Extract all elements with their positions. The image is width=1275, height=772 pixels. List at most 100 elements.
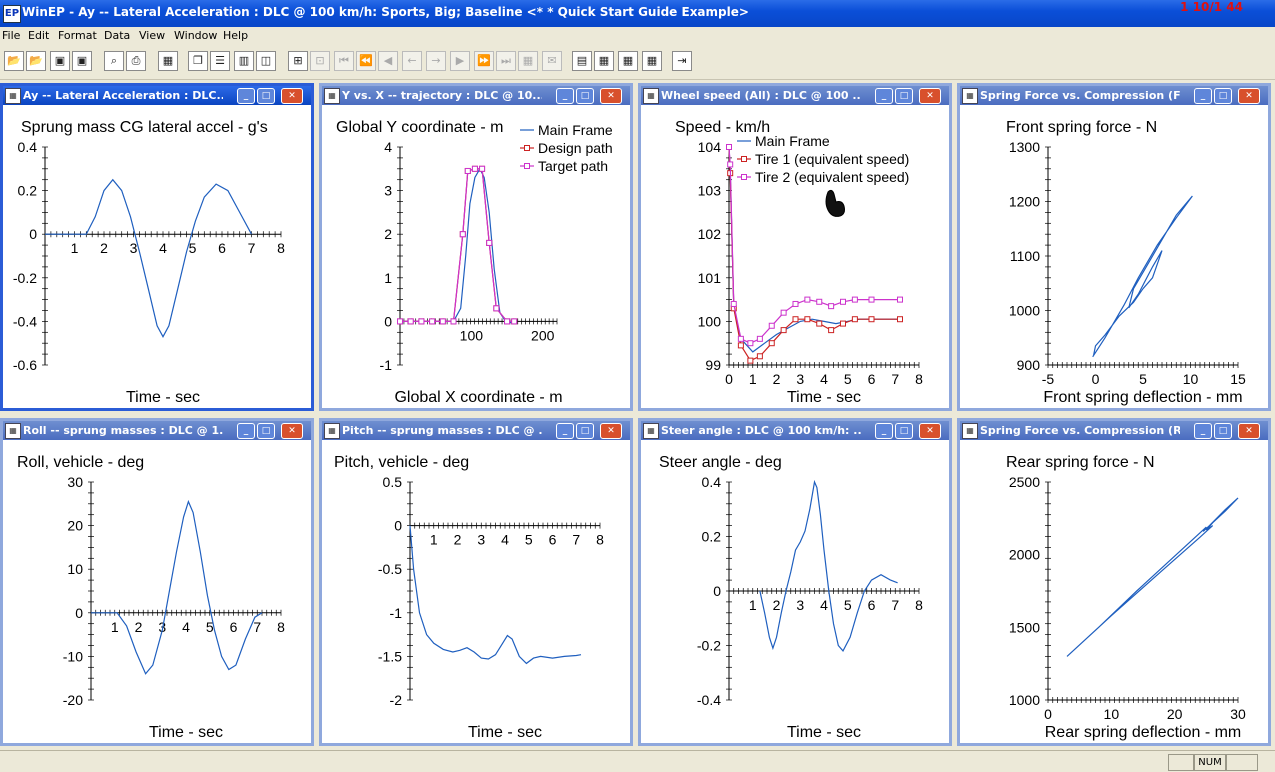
back-icon[interactable]: ← xyxy=(402,51,422,71)
y-tick-label: 1000 xyxy=(1009,303,1040,319)
x-axis-label: Time - sec xyxy=(468,724,542,741)
plot-window[interactable]: ▦ Spring Force vs. Compression (F... _ □ ✕ Fr… xyxy=(957,83,1271,411)
plot-window-icon[interactable]: ▦ xyxy=(324,423,340,439)
overlay-icon[interactable]: ▤ xyxy=(572,51,592,71)
zoom-icon[interactable]: ⌕ xyxy=(104,51,124,71)
forward-more-icon[interactable]: ▶ xyxy=(450,51,470,71)
menu-format[interactable]: Format xyxy=(58,29,97,42)
minimize-button[interactable]: _ xyxy=(237,423,255,439)
maximize-button[interactable]: □ xyxy=(257,88,275,104)
menu-edit[interactable]: Edit xyxy=(28,29,49,42)
window-title-bar[interactable]: ▦ Y vs. X -- trajectory : DLC @ 10... _ □ ✕ xyxy=(322,86,630,105)
series-line xyxy=(1066,497,1239,657)
disabled-image-icon[interactable]: ▦ xyxy=(518,51,538,71)
fast-forward-icon[interactable]: ⏩ xyxy=(474,51,494,71)
plot-window[interactable]: ▦ Pitch -- sprung masses : DLC @ ... _ □ ✕ Pi… xyxy=(319,418,633,746)
app-icon[interactable]: EP xyxy=(3,5,21,23)
tile-vertical-icon[interactable]: ▥ xyxy=(234,51,254,71)
menu-help[interactable]: Help xyxy=(223,29,248,42)
last-icon[interactable]: ⏭ xyxy=(496,51,516,71)
save-as-icon[interactable]: ▣ xyxy=(72,51,92,71)
x-tick-label: 200 xyxy=(531,327,555,343)
plot-window[interactable]: ▦ Spring Force vs. Compression (R... _ □ ✕ Re… xyxy=(957,418,1271,746)
maximize-button[interactable]: □ xyxy=(895,423,913,439)
maximize-button[interactable]: □ xyxy=(895,88,913,104)
maximize-button[interactable]: □ xyxy=(1214,423,1232,439)
plot-window-icon[interactable]: ▦ xyxy=(962,423,978,439)
minimize-button[interactable]: _ xyxy=(556,88,574,104)
close-button[interactable]: ✕ xyxy=(600,88,622,104)
print-icon[interactable]: ⎙ xyxy=(126,51,146,71)
close-button[interactable]: ✕ xyxy=(1238,423,1260,439)
minimize-button[interactable]: _ xyxy=(1194,423,1212,439)
y-tick-label: -2 xyxy=(390,692,403,708)
minimize-button[interactable]: _ xyxy=(556,423,574,439)
close-button[interactable]: ✕ xyxy=(919,423,941,439)
minimize-button[interactable]: _ xyxy=(875,423,893,439)
window-title-bar[interactable]: ▦ Ay -- Lateral Acceleration : DLC... _ □ ✕ xyxy=(3,86,311,105)
plot-window-icon[interactable]: ▦ xyxy=(5,423,21,439)
disabled-plot-icon[interactable]: ⊡ xyxy=(310,51,330,71)
chart-title: Front spring force - N xyxy=(1006,119,1157,136)
plot-window[interactable]: ▦ Steer angle : DLC @ 100 km/h: ... _ □ ✕ Ste… xyxy=(638,418,952,746)
x-axis-label: Time - sec xyxy=(787,389,861,406)
tile-horizontal-icon[interactable]: ☰ xyxy=(210,51,230,71)
plot-window[interactable]: ▦ Wheel speed (All) : DLC @ 100 ... _ □ ✕ Spe… xyxy=(638,83,952,411)
minimize-button[interactable]: _ xyxy=(875,88,893,104)
close-button[interactable]: ✕ xyxy=(600,423,622,439)
y-tick-label: 0 xyxy=(29,226,37,242)
series-marker xyxy=(730,300,737,307)
scatter-icon[interactable]: ▦ xyxy=(642,51,662,71)
x-tick-label: 8 xyxy=(915,597,923,613)
arrange-icon[interactable]: ◫ xyxy=(256,51,276,71)
grid-icon[interactable]: ▦ xyxy=(594,51,614,71)
cascade-icon[interactable]: ❐ xyxy=(188,51,208,71)
close-button[interactable]: ✕ xyxy=(919,88,941,104)
plot-window[interactable]: ▦ Roll -- sprung masses : DLC @ 1... _ □ ✕ Ro… xyxy=(0,418,314,746)
exit-icon[interactable]: ⇥ xyxy=(672,51,692,71)
menu-window[interactable]: Window xyxy=(174,29,217,42)
minimize-button[interactable]: _ xyxy=(1194,88,1212,104)
first-icon[interactable]: ⏮ xyxy=(334,51,354,71)
chart-title: Steer angle - deg xyxy=(659,454,782,471)
menu-file[interactable]: File xyxy=(2,29,20,42)
y-tick-label: 0.2 xyxy=(18,183,38,199)
maximize-button[interactable]: □ xyxy=(257,423,275,439)
series-marker xyxy=(504,318,511,325)
window-title: Spring Force vs. Compression (R... xyxy=(980,424,1180,437)
window-title-bar[interactable]: ▦ Spring Force vs. Compression (F... _ □ ✕ xyxy=(960,86,1268,105)
rewind-icon[interactable]: ◀ xyxy=(378,51,398,71)
open-folder-icon[interactable]: 📂 xyxy=(4,51,24,71)
window-title-bar[interactable]: ▦ Roll -- sprung masses : DLC @ 1... _ □ ✕ xyxy=(3,421,311,440)
maximize-button[interactable]: □ xyxy=(576,423,594,439)
rewind-fast-icon[interactable]: ⏪ xyxy=(356,51,376,71)
window-title-bar[interactable]: ▦ Steer angle : DLC @ 100 km/h: ... _ □ ✕ xyxy=(641,421,949,440)
save-icon[interactable]: ▣ xyxy=(50,51,70,71)
y-tick-label: 0 xyxy=(384,313,392,329)
close-button[interactable]: ✕ xyxy=(281,423,303,439)
minimize-button[interactable]: _ xyxy=(237,88,255,104)
plot-window-icon[interactable]: ▦ xyxy=(324,88,340,104)
image-icon[interactable]: ▦ xyxy=(158,51,178,71)
plot-window-icon[interactable]: ▦ xyxy=(643,88,659,104)
plot-window[interactable]: ▦ Ay -- Lateral Acceleration : DLC... _ □ ✕ S… xyxy=(0,83,314,411)
close-button[interactable]: ✕ xyxy=(281,88,303,104)
y-tick-label: 0 xyxy=(713,583,721,599)
maximize-button[interactable]: □ xyxy=(576,88,594,104)
strip-icon[interactable]: ▦ xyxy=(618,51,638,71)
forward-icon[interactable]: → xyxy=(426,51,446,71)
disabled-mail-icon[interactable]: ✉ xyxy=(542,51,562,71)
menu-data[interactable]: Data xyxy=(104,29,130,42)
menu-view[interactable]: View xyxy=(139,29,165,42)
window-title-bar[interactable]: ▦ Spring Force vs. Compression (R... _ □ ✕ xyxy=(960,421,1268,440)
plot-window-icon[interactable]: ▦ xyxy=(962,88,978,104)
window-title-bar[interactable]: ▦ Wheel speed (All) : DLC @ 100 ... _ □ ✕ xyxy=(641,86,949,105)
maximize-button[interactable]: □ xyxy=(1214,88,1232,104)
plot-window-icon[interactable]: ▦ xyxy=(5,88,21,104)
plot-window-icon[interactable]: ▦ xyxy=(643,423,659,439)
window-title-bar[interactable]: ▦ Pitch -- sprung masses : DLC @ ... _ □ ✕ xyxy=(322,421,630,440)
open-folder-alt-icon[interactable]: 📂 xyxy=(26,51,46,71)
plot-window[interactable]: ▦ Y vs. X -- trajectory : DLC @ 10... _ □ ✕ G… xyxy=(319,83,633,411)
plot-icon[interactable]: ⊞ xyxy=(288,51,308,71)
close-button[interactable]: ✕ xyxy=(1238,88,1260,104)
